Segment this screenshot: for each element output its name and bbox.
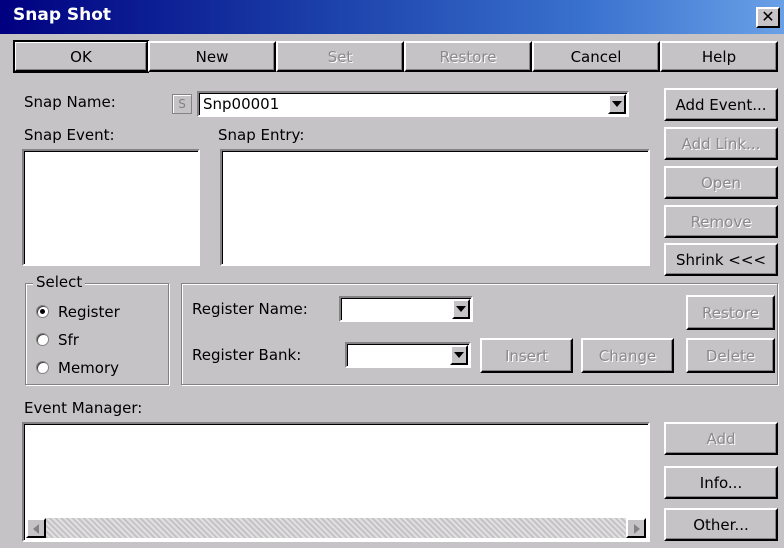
radio-checked-icon (36, 305, 49, 318)
snap-name-label: Snap Name: (24, 93, 116, 111)
info-button[interactable]: Info... (664, 466, 778, 499)
snap-event-list[interactable] (22, 149, 200, 266)
arrow-right-icon (634, 524, 640, 534)
set-button[interactable]: Set (276, 41, 404, 72)
radio-memory[interactable]: Memory (36, 359, 156, 377)
radio-unchecked-icon (36, 333, 49, 346)
event-manager-list[interactable] (22, 422, 650, 542)
delete-button[interactable]: Delete (686, 338, 775, 373)
radio-register[interactable]: Register (36, 303, 156, 321)
snap-entry-list[interactable] (220, 149, 650, 266)
scroll-left-button[interactable] (26, 518, 46, 538)
register-bank-combo[interactable] (345, 342, 471, 368)
change-button[interactable]: Change (581, 338, 674, 373)
register-restore-button[interactable]: Restore (686, 295, 775, 330)
register-bank-label: Register Bank: (192, 346, 302, 364)
close-icon[interactable]: ✕ (756, 7, 780, 28)
snap-name-combo[interactable]: Snp00001 (197, 91, 629, 117)
snap-entry-label: Snap Entry: (218, 126, 305, 144)
radio-unchecked-icon (36, 361, 49, 374)
shrink-button[interactable]: Shrink <<< (664, 243, 778, 276)
select-legend: Select (33, 273, 86, 291)
radio-memory-label: Memory (58, 359, 120, 377)
snap-name-value: Snp00001 (203, 95, 280, 113)
register-name-combo[interactable] (339, 296, 473, 322)
s-icon[interactable]: S (172, 94, 192, 114)
scroll-right-button[interactable] (626, 518, 646, 538)
other-button[interactable]: Other... (664, 508, 778, 541)
cancel-button[interactable]: Cancel (532, 41, 660, 72)
window-title: Snap Shot (13, 5, 112, 25)
new-button[interactable]: New (148, 41, 276, 72)
radio-sfr[interactable]: Sfr (36, 331, 156, 349)
title-bar[interactable]: Snap Shot ✕ (0, 0, 784, 34)
chevron-down-icon[interactable] (450, 345, 468, 365)
help-button[interactable]: Help (660, 41, 778, 72)
restore-button[interactable]: Restore (404, 41, 532, 72)
remove-button[interactable]: Remove (664, 205, 778, 238)
chevron-down-icon[interactable] (608, 94, 626, 114)
event-manager-label: Event Manager: (24, 399, 143, 417)
horizontal-scrollbar[interactable] (26, 518, 646, 538)
chevron-down-icon[interactable] (452, 299, 470, 319)
add-event-button[interactable]: Add Event... (664, 88, 778, 121)
ok-button[interactable]: OK (13, 40, 149, 73)
open-button[interactable]: Open (664, 166, 778, 199)
snap-event-label: Snap Event: (24, 126, 115, 144)
register-name-label: Register Name: (192, 300, 308, 318)
radio-sfr-label: Sfr (58, 331, 79, 349)
radio-register-label: Register (58, 303, 120, 321)
arrow-left-icon (33, 524, 39, 534)
insert-button[interactable]: Insert (480, 338, 573, 373)
add-button[interactable]: Add (664, 422, 778, 455)
add-link-button[interactable]: Add Link... (664, 127, 778, 160)
snap-shot-window: Snap Shot ✕ OK New Set Restore Cancel He… (0, 0, 784, 548)
